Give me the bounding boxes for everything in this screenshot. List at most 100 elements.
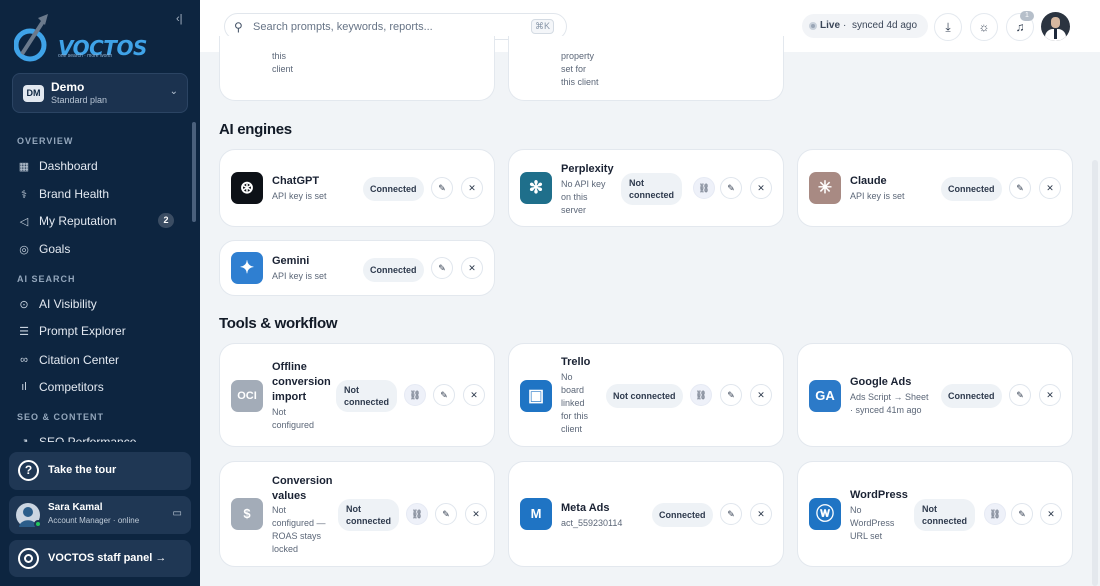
edit-button[interactable]: ✎	[431, 257, 453, 279]
tool-card-conversion-values: $ Conversion values Not configured — ROAS s…	[219, 461, 495, 567]
connect-button[interactable]: ⛓	[690, 384, 712, 406]
chat-icon[interactable]: ▭	[173, 508, 182, 519]
pencil-icon: ✎	[727, 509, 735, 519]
section-title-tools: Tools & workflow	[219, 315, 338, 332]
target-icon: ◎	[19, 243, 29, 256]
disconnect-button[interactable]: ✕	[750, 503, 772, 525]
link-icon: ∞	[20, 354, 28, 366]
link-icon: ⛓	[409, 390, 421, 400]
collapse-sidebar-icon[interactable]: ‹|	[176, 13, 183, 25]
staff-panel-button[interactable]: VOCTOS staff panel →	[9, 540, 191, 577]
edit-button[interactable]: ✎	[433, 384, 455, 406]
sidebar-item-label: Competitors	[39, 380, 104, 394]
tool-name: Google Ads	[850, 376, 912, 388]
disconnect-button[interactable]: ✕	[750, 177, 772, 199]
edit-button[interactable]: ✎	[435, 503, 457, 525]
sidebar-item-label: AI Visibility	[39, 297, 97, 311]
status-badge: Connected	[652, 503, 713, 527]
meta-ads-logo-icon: M	[520, 498, 552, 530]
claude-logo-icon: ✳	[809, 172, 841, 204]
pencil-icon: ✎	[442, 509, 450, 519]
take-tour-label: Take the tour	[48, 464, 117, 476]
status-badge: Not connected	[338, 499, 400, 531]
sidebar-item-label: Prompt Explorer	[39, 324, 126, 338]
oci-logo-icon: OCI	[231, 380, 263, 412]
integration-card: property set for this client	[508, 36, 784, 101]
engine-card-claude: ✳ Claude API key is set Connected ✎ ✕	[797, 149, 1073, 227]
disconnect-button[interactable]: ✕	[463, 384, 485, 406]
sidebar-item-citation-center[interactable]: ∞ Citation Center	[17, 351, 182, 369]
voctos-logo[interactable]: VOCTOS one search · more worth	[14, 12, 147, 64]
close-icon: ✕	[472, 509, 480, 519]
sidebar-item-label: Goals	[39, 242, 71, 256]
sidebar-item-label: Citation Center	[39, 353, 120, 367]
pencil-icon: ✎	[727, 183, 735, 193]
close-icon: ✕	[468, 263, 476, 273]
megaphone-icon: ◁	[19, 215, 29, 228]
close-icon: ✕	[1046, 183, 1054, 193]
engine-desc: API key is set	[272, 271, 327, 281]
edit-button[interactable]: ✎	[720, 177, 742, 199]
user-name: Sara Kamal	[48, 502, 103, 513]
account-switcher[interactable]: DM Demo Standard plan ⌄	[12, 73, 188, 113]
sidebar-scrollbar[interactable]	[192, 122, 196, 222]
edit-button[interactable]: ✎	[1011, 503, 1033, 525]
edit-button[interactable]: ✎	[720, 503, 742, 525]
download-button[interactable]: ⤓	[934, 13, 962, 41]
sidebar-item-my-reputation[interactable]: ◁ My Reputation 2	[17, 212, 182, 230]
disconnect-button[interactable]: ✕	[750, 384, 772, 406]
chevron-down-icon: ⌄	[169, 86, 178, 97]
dollar-logo-icon: $	[231, 498, 263, 530]
disconnect-button[interactable]: ✕	[461, 257, 483, 279]
disconnect-button[interactable]: ✕	[461, 177, 483, 199]
disconnect-button[interactable]: ✕	[1039, 384, 1061, 406]
engine-name: ChatGPT	[272, 175, 320, 187]
disconnect-button[interactable]: ✕	[465, 503, 487, 525]
pencil-icon: ✎	[1016, 390, 1024, 400]
pencil-icon: ✎	[440, 390, 448, 400]
connect-button[interactable]: ⛓	[406, 503, 428, 525]
sidebar-item-competitors[interactable]: ıl Competitors	[17, 378, 182, 396]
edit-button[interactable]: ✎	[720, 384, 742, 406]
sidebar-item-goals[interactable]: ◎ Goals	[17, 240, 182, 258]
edit-button[interactable]: ✎	[1009, 177, 1031, 199]
wordpress-logo-icon: ⓦ	[809, 498, 841, 530]
tool-name: Offline conversion import	[272, 361, 331, 403]
link-icon: ⛓	[698, 183, 710, 193]
tool-desc: No board linked for this client	[561, 372, 589, 434]
tool-desc: Ads Script → Sheet · synced 41m ago	[850, 392, 929, 415]
pencil-icon: ✎	[1018, 509, 1026, 519]
user-card[interactable]: Sara Kamal Account Manager · online ▭	[9, 496, 191, 534]
trello-logo-icon: ▣	[520, 380, 552, 412]
connect-button[interactable]: ⛓	[404, 384, 426, 406]
connect-button[interactable]: ⛓	[984, 503, 1006, 525]
disconnect-button[interactable]: ✕	[1039, 177, 1061, 199]
sidebar-item-prompt-explorer[interactable]: ☰ Prompt Explorer	[17, 322, 182, 340]
connect-button[interactable]: ⛓	[693, 177, 715, 199]
theme-toggle-button[interactable]: ☼	[970, 13, 998, 41]
pulse-icon: ⚕	[21, 188, 27, 201]
sidebar-item-dashboard[interactable]: ▦ Dashboard	[17, 157, 182, 175]
profile-avatar[interactable]	[1041, 12, 1070, 41]
tool-card-wordpress: ⓦ WordPress No WordPress URL set Not connec…	[797, 461, 1073, 567]
notification-count-badge: 1	[1020, 11, 1034, 21]
close-icon: ✕	[757, 183, 765, 193]
google-ads-logo-icon: GA	[809, 380, 841, 412]
edit-button[interactable]: ✎	[1009, 384, 1031, 406]
engine-desc: API key is set	[272, 191, 327, 201]
tool-desc: Not configured	[272, 407, 315, 430]
staff-panel-icon	[18, 548, 39, 569]
perplexity-logo-icon: ✻	[520, 172, 552, 204]
brand-tagline: one search · more worth	[58, 53, 113, 59]
edit-button[interactable]: ✎	[431, 177, 453, 199]
engine-desc: No API key on this server	[561, 179, 606, 215]
disconnect-button[interactable]: ✕	[1040, 503, 1062, 525]
sidebar-item-brand-health[interactable]: ⚕ Brand Health	[17, 185, 182, 203]
engine-card-perplexity: ✻ Perplexity No API key on this server Not…	[508, 149, 784, 227]
pencil-icon: ✎	[1016, 183, 1024, 193]
pencil-icon: ✎	[727, 390, 735, 400]
integration-desc: property set for this client	[561, 51, 599, 87]
main-scrollbar[interactable]	[1092, 160, 1098, 586]
sidebar-item-ai-visibility[interactable]: ⊙ AI Visibility	[17, 295, 182, 313]
take-tour-button[interactable]: ? Take the tour	[9, 452, 191, 490]
